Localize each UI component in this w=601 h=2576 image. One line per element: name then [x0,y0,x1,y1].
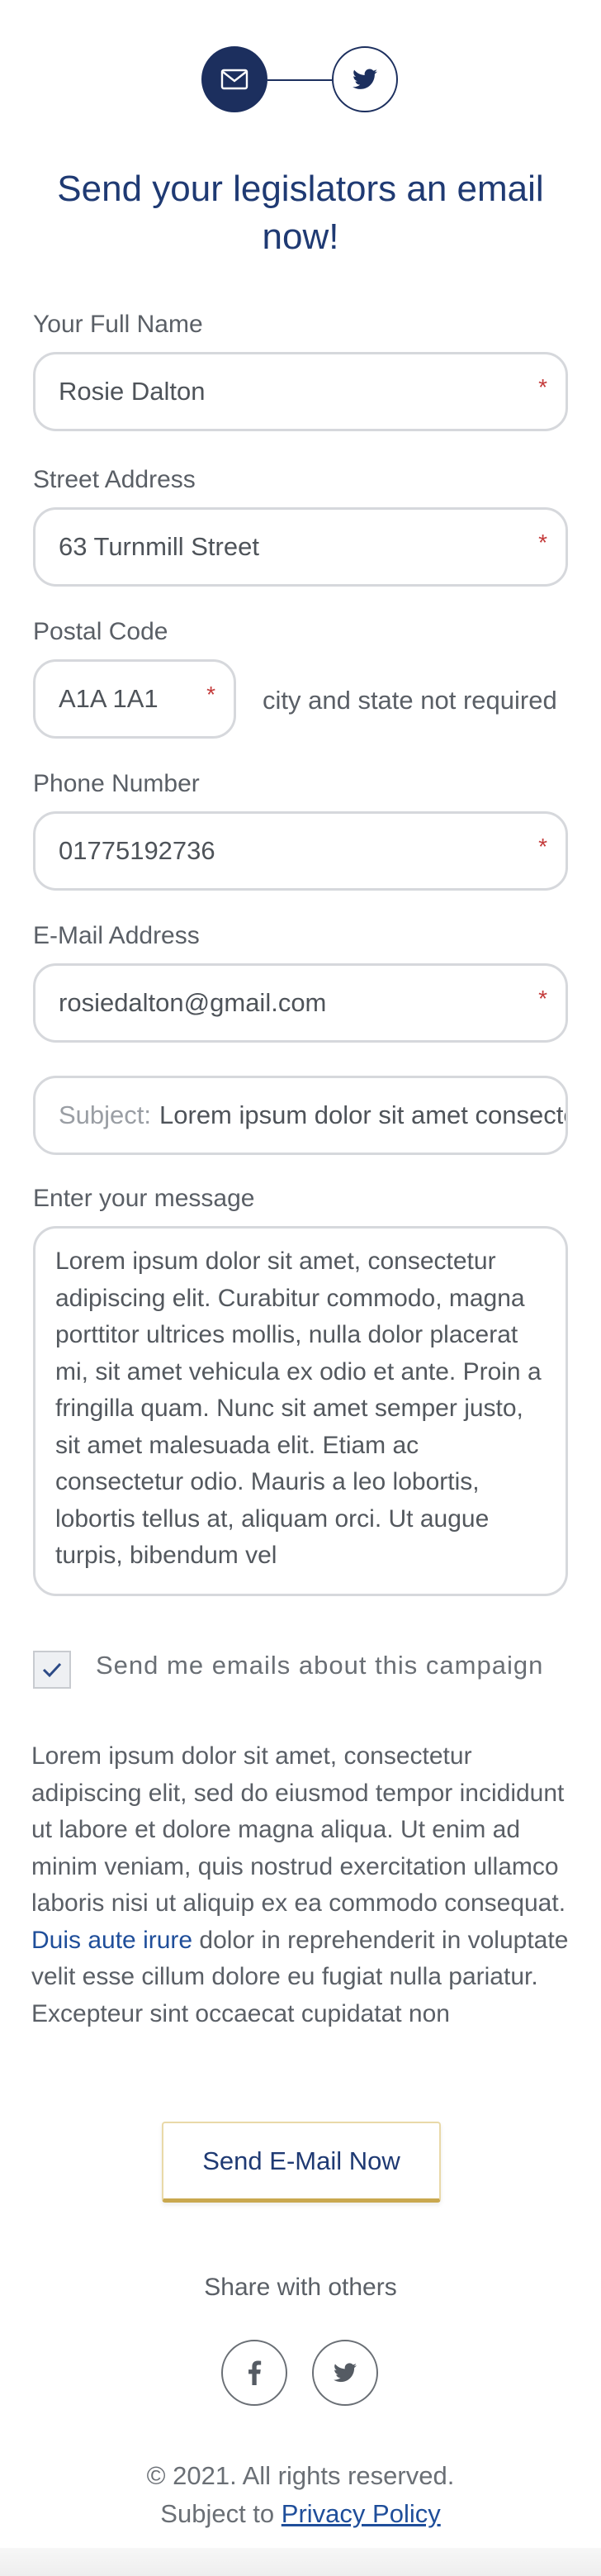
copyright-text: © 2021. All rights reserved. [146,2461,455,2490]
street-address-field[interactable]: 63 Turnmill Street * [33,507,568,587]
twitter-icon [353,69,377,89]
footer: © 2021. All rights reserved. Subject to … [0,2457,601,2533]
step-connector [267,79,332,81]
facebook-icon [248,2360,262,2385]
share-title: Share with others [204,2274,397,2301]
bottom-bar [0,2548,601,2576]
required-marker: * [538,530,547,555]
street-address-label: Street Address [33,466,196,493]
required-marker: * [538,374,547,400]
privacy-policy-link[interactable]: Privacy Policy [282,2499,441,2528]
privacy-prefix: Subject to [160,2499,275,2528]
email-field[interactable]: rosiedalton@gmail.com * [33,963,568,1043]
legal-link[interactable]: Duis aute irure [31,1927,192,1954]
postal-code-value: A1A 1A1 [59,684,159,713]
page-title: Send your legislators an email now! [57,169,544,257]
phone-value: 01775192736 [59,836,215,865]
facebook-share-button[interactable] [221,2340,287,2406]
send-email-button[interactable]: Send E-Mail Now [162,2122,441,2203]
required-marker: * [538,986,547,1011]
full-name-value: Rosie Dalton [59,377,206,406]
step-indicator [0,46,601,116]
privacy-line: Subject to Privacy Policy [0,2495,601,2533]
message-label: Enter your message [33,1185,255,1212]
subject-field[interactable]: Subject: Lorem ipsum dolor sit amet cons… [33,1076,568,1155]
message-textarea[interactable]: Lorem ipsum dolor sit amet, consectetur … [33,1226,568,1596]
opt-in-checkbox[interactable] [33,1651,71,1689]
postal-note: city and state not required [263,686,557,715]
opt-in-label: Send me emails about this campaign [96,1651,544,1680]
subject-prefix: Subject: [59,1100,152,1129]
legal-text-before: Lorem ipsum dolor sit amet, consectetur … [31,1742,566,1917]
required-marker: * [538,834,547,859]
twitter-icon [334,2363,357,2383]
twitter-share-button[interactable] [312,2340,378,2406]
email-value: rosiedalton@gmail.com [59,988,327,1017]
email-label: E-Mail Address [33,922,200,949]
step-email[interactable] [201,46,267,112]
street-address-value: 63 Turnmill Street [59,532,259,561]
checkmark-icon [42,1662,62,1678]
envelope-icon [220,69,248,90]
phone-label: Phone Number [33,770,200,797]
full-name-label: Your Full Name [33,311,203,338]
legal-text: Lorem ipsum dolor sit amet, consectetur … [31,1738,570,2032]
phone-field[interactable]: 01775192736 * [33,811,568,891]
postal-code-label: Postal Code [33,618,168,645]
required-marker: * [206,682,215,707]
subject-value: Lorem ipsum dolor sit amet consectetur [159,1100,568,1129]
postal-code-field[interactable]: A1A 1A1 * [33,659,236,739]
full-name-field[interactable]: Rosie Dalton * [33,352,568,431]
step-twitter[interactable] [332,46,398,112]
